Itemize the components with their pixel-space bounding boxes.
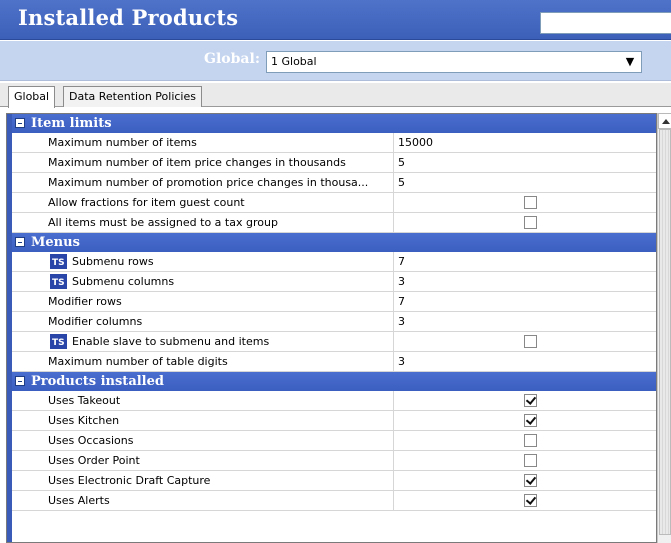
svg-text:TS: TS (52, 278, 65, 288)
row-divider (393, 451, 394, 471)
row-divider (393, 431, 394, 451)
checkbox[interactable] (524, 414, 537, 427)
global-label: Global: (204, 51, 260, 67)
row-label: Maximum number of promotion price change… (48, 176, 369, 189)
row-value[interactable]: 15000 (398, 136, 433, 149)
list-item[interactable]: Maximum number of items 15000 (12, 133, 656, 153)
row-label: Submenu columns (72, 275, 175, 288)
row-divider (393, 391, 394, 411)
list-item[interactable]: Modifier rows 7 (12, 292, 656, 312)
ts-store-icon: TS (50, 274, 67, 289)
section-title: Products installed (31, 374, 164, 389)
row-divider (393, 411, 394, 431)
page-title: Installed Products (18, 5, 239, 30)
checkbox[interactable] (524, 216, 537, 229)
ts-store-icon: TS (50, 254, 67, 269)
row-divider (393, 272, 394, 292)
search-input[interactable] (540, 12, 671, 34)
scroll-thumb[interactable] (659, 129, 671, 535)
row-divider (393, 193, 394, 213)
ts-store-icon: TS (50, 334, 67, 349)
checkbox[interactable] (524, 474, 537, 487)
property-grid: Item limits Maximum number of items 1500… (6, 113, 657, 543)
row-divider (393, 491, 394, 511)
global-select-value: 1 Global (271, 55, 317, 68)
tab-data-retention-policies[interactable]: Data Retention Policies (63, 86, 202, 107)
tab-global[interactable]: Global (8, 86, 56, 108)
row-divider (393, 153, 394, 173)
list-item[interactable]: Allow fractions for item guest count (12, 193, 656, 213)
row-value[interactable]: 3 (398, 355, 405, 368)
row-value[interactable]: 5 (398, 156, 405, 169)
row-label: Modifier rows (48, 295, 122, 308)
section-menus[interactable]: Menus (12, 233, 656, 252)
row-label: All items must be assigned to a tax grou… (48, 216, 278, 229)
section-products-installed[interactable]: Products installed (12, 372, 656, 391)
row-divider (393, 471, 394, 491)
list-item[interactable]: TS Submenu rows 7 (12, 252, 656, 272)
row-value[interactable]: 7 (398, 295, 405, 308)
row-divider (393, 332, 394, 352)
row-label: Submenu rows (72, 255, 154, 268)
row-divider (393, 133, 394, 153)
row-divider (393, 352, 394, 372)
row-label: Modifier columns (48, 315, 143, 328)
row-value[interactable]: 3 (398, 315, 405, 328)
list-item[interactable]: Uses Occasions (12, 431, 656, 451)
section-title: Menus (31, 235, 80, 250)
list-item[interactable]: Uses Order Point (12, 451, 656, 471)
row-label: Uses Order Point (48, 454, 140, 467)
scroll-up-icon[interactable] (658, 113, 671, 129)
global-select[interactable]: 1 Global ▼ (266, 51, 642, 73)
row-divider (393, 312, 394, 332)
checkbox[interactable] (524, 494, 537, 507)
list-item[interactable]: Maximum number of item price changes in … (12, 153, 656, 173)
row-divider (393, 292, 394, 312)
list-item[interactable]: Uses Takeout (12, 391, 656, 411)
checkbox[interactable] (524, 335, 537, 348)
checkbox[interactable] (524, 434, 537, 447)
list-item[interactable]: Uses Electronic Draft Capture (12, 471, 656, 491)
row-label: Uses Takeout (48, 394, 121, 407)
svg-text:TS: TS (52, 258, 65, 268)
row-label: Uses Kitchen (48, 414, 120, 427)
list-item[interactable]: TS Enable slave to submenu and items (12, 332, 656, 352)
row-label: Allow fractions for item guest count (48, 196, 245, 209)
row-label: Maximum number of items (48, 136, 197, 149)
row-divider (393, 252, 394, 272)
list-item[interactable]: Maximum number of promotion price change… (12, 173, 656, 193)
list-item[interactable]: Maximum number of table digits 3 (12, 352, 656, 372)
row-label: Uses Electronic Draft Capture (48, 474, 211, 487)
checkbox[interactable] (524, 394, 537, 407)
list-item[interactable]: Uses Kitchen (12, 411, 656, 431)
checkbox[interactable] (524, 196, 537, 209)
row-label: Enable slave to submenu and items (72, 335, 270, 348)
list-item[interactable]: All items must be assigned to a tax grou… (12, 213, 656, 233)
checkbox[interactable] (524, 454, 537, 467)
row-label: Uses Occasions (48, 434, 134, 447)
global-bar: Global: 1 Global ▼ (0, 41, 671, 81)
chevron-down-icon[interactable]: ▼ (619, 52, 641, 72)
tab-strip: Global Data Retention Policies (0, 83, 671, 108)
row-divider (393, 213, 394, 233)
row-value[interactable]: 3 (398, 275, 405, 288)
header-bar: Installed Products (0, 0, 671, 40)
collapse-minus-icon[interactable] (15, 237, 25, 247)
collapse-minus-icon[interactable] (15, 376, 25, 386)
row-divider (393, 173, 394, 193)
row-label: Maximum number of table digits (48, 355, 228, 368)
svg-text:TS: TS (52, 338, 65, 348)
list-item[interactable]: Modifier columns 3 (12, 312, 656, 332)
vertical-scrollbar[interactable] (657, 113, 671, 543)
list-item[interactable]: TS Submenu columns 3 (12, 272, 656, 292)
collapse-minus-icon[interactable] (15, 118, 25, 128)
row-label: Uses Alerts (48, 494, 110, 507)
row-value[interactable]: 5 (398, 176, 405, 189)
list-item[interactable]: Uses Alerts (12, 491, 656, 511)
row-label: Maximum number of item price changes in … (48, 156, 346, 169)
section-title: Item limits (31, 116, 112, 131)
row-value[interactable]: 7 (398, 255, 405, 268)
section-item-limits[interactable]: Item limits (12, 114, 656, 133)
